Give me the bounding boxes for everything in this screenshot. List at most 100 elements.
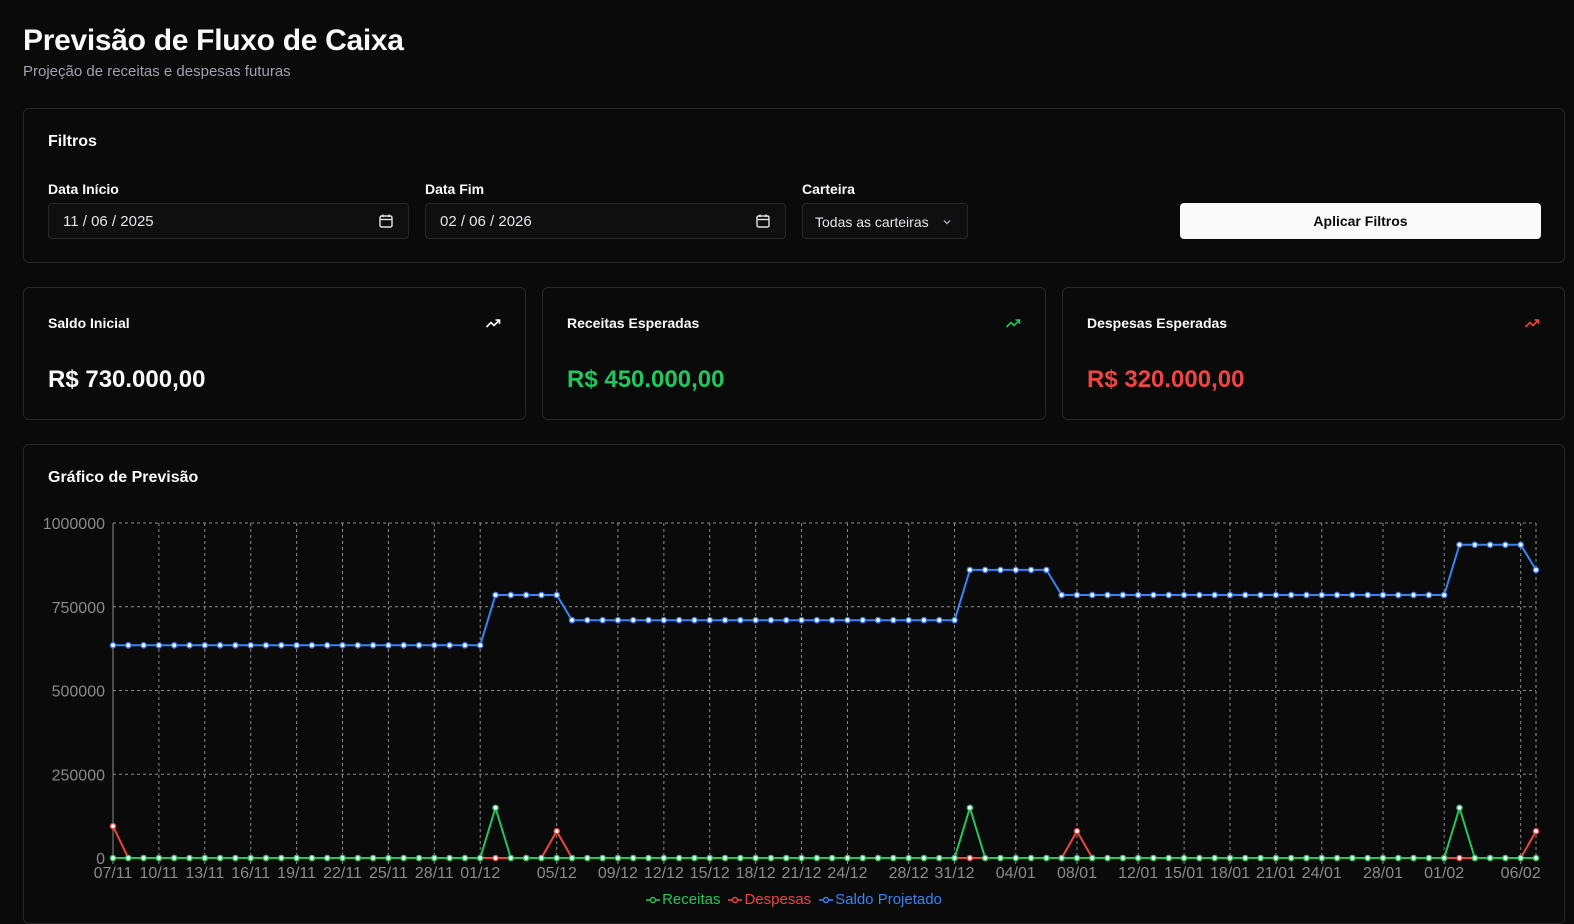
chart-card: Gráfico de Previsão 0 250000 500000 750000 1… xyxy=(23,444,1565,924)
data-point-receitas xyxy=(1394,854,1402,862)
data-point-receitas xyxy=(553,854,561,862)
start-date-input[interactable]: 11 / 06 / 2025 xyxy=(48,203,409,239)
data-point-saldo-projetado xyxy=(1165,591,1173,599)
stat-value: R$ 730.000,00 xyxy=(48,366,206,393)
data-point-saldo-projetado xyxy=(186,641,193,649)
forecast-chart: 0250000500000750000100000007/11 10/11 13/1… xyxy=(43,516,1541,882)
data-point-receitas xyxy=(798,854,805,862)
data-point-saldo-projetado xyxy=(813,616,821,624)
data-point-receitas xyxy=(1486,854,1494,862)
data-point-receitas xyxy=(767,854,775,862)
data-point-saldo-projetado xyxy=(737,616,744,624)
legend-item-receitas[interactable]: Receitas xyxy=(646,891,720,908)
data-point-receitas xyxy=(415,854,423,862)
start-date-value: 11 / 06 / 2025 xyxy=(63,213,154,230)
data-point-receitas xyxy=(828,854,836,862)
data-point-saldo-projetado xyxy=(262,641,270,649)
trending-up-icon xyxy=(485,319,501,328)
calendar-icon[interactable] xyxy=(755,213,771,229)
x-tick-label: 24/12 xyxy=(827,865,867,882)
x-tick-label: 22/11 xyxy=(323,865,362,882)
legend-item-saldo-projetado[interactable]: Saldo Projetado xyxy=(819,891,942,908)
x-tick-label: 01/02 xyxy=(1424,865,1464,882)
trending-up-icon xyxy=(1005,319,1021,328)
data-point-receitas xyxy=(1058,854,1065,862)
data-point-saldo-projetado xyxy=(1272,591,1280,599)
data-point-saldo-projetado xyxy=(721,616,729,624)
end-date-input[interactable]: 02 / 06 / 2026 xyxy=(425,203,786,239)
data-point-saldo-projetado xyxy=(782,616,790,624)
data-point-saldo-projetado xyxy=(1088,591,1096,599)
data-point-receitas xyxy=(1303,854,1310,862)
data-point-saldo-projetado xyxy=(1134,591,1142,599)
data-point-receitas xyxy=(354,854,362,862)
data-point-receitas xyxy=(1379,854,1387,862)
data-point-receitas xyxy=(935,854,943,862)
data-point-receitas xyxy=(737,854,744,862)
x-tick-label: 24/01 xyxy=(1302,865,1342,882)
data-point-saldo-projetado xyxy=(385,641,392,649)
series-line-receitas xyxy=(113,804,1536,859)
data-point-receitas xyxy=(859,854,867,862)
data-point-receitas xyxy=(1027,854,1035,862)
x-tick-label: 13/11 xyxy=(185,865,224,882)
stat-label: Receitas Esperadas xyxy=(567,315,700,331)
data-point-saldo-projetado xyxy=(1471,541,1479,549)
data-point-saldo-projetado xyxy=(1027,566,1035,574)
data-point-saldo-projetado xyxy=(706,616,714,624)
data-point-saldo-projetado xyxy=(767,616,775,624)
data-point-despesas xyxy=(492,854,499,862)
legend-item-despesas[interactable]: Despesas xyxy=(728,891,811,908)
data-point-receitas xyxy=(461,854,469,862)
data-point-receitas xyxy=(538,854,545,862)
data-point-receitas xyxy=(844,854,851,862)
data-point-receitas xyxy=(293,854,300,862)
data-point-saldo-projetado xyxy=(1379,591,1387,599)
legend-line-icon xyxy=(728,896,743,904)
data-point-receitas xyxy=(431,854,438,862)
data-point-receitas xyxy=(951,854,958,862)
x-tick-label: 19/11 xyxy=(277,865,316,882)
data-point-saldo-projetado xyxy=(415,641,423,649)
series-line-despesas xyxy=(112,825,1537,859)
data-point-receitas xyxy=(247,854,255,862)
data-point-receitas xyxy=(1440,854,1448,862)
data-point-saldo-projetado xyxy=(981,566,989,574)
data-point-saldo-projetado xyxy=(1394,591,1402,599)
data-point-saldo-projetado xyxy=(140,641,147,649)
data-point-receitas xyxy=(1287,854,1295,862)
data-point-receitas xyxy=(323,854,331,862)
data-point-receitas xyxy=(1119,854,1127,862)
apply-filters-button[interactable]: Aplicar Filtros xyxy=(1180,203,1541,239)
y-tick-label: 750000 xyxy=(52,600,105,617)
data-point-saldo-projetado xyxy=(1257,591,1264,599)
chart-legend: Receitas Despesas Saldo Projetado xyxy=(24,891,1564,908)
data-point-receitas xyxy=(706,854,714,862)
data-point-receitas xyxy=(1043,854,1050,862)
stat-value: R$ 450.000,00 xyxy=(567,366,725,393)
x-tick-label: 07/11 xyxy=(94,865,133,882)
filters-title: Filtros xyxy=(48,133,97,150)
data-point-receitas xyxy=(1104,854,1111,862)
data-point-receitas xyxy=(1425,854,1433,862)
legend-label: Despesas xyxy=(744,891,812,908)
data-point-receitas xyxy=(1134,854,1142,862)
wallet-select-value: Todas as carteiras xyxy=(815,214,929,230)
data-point-saldo-projetado xyxy=(599,616,606,624)
data-point-saldo-projetado xyxy=(155,641,163,649)
data-point-saldo-projetado xyxy=(1517,541,1524,549)
wallet-select[interactable]: Todas as carteiras xyxy=(802,203,968,239)
data-point-saldo-projetado xyxy=(1043,566,1050,574)
data-point-saldo-projetado xyxy=(1012,566,1020,574)
calendar-icon[interactable] xyxy=(378,213,394,229)
data-point-saldo-projetado xyxy=(1241,591,1249,599)
data-point-saldo-projetado xyxy=(844,616,851,624)
data-point-saldo-projetado xyxy=(308,641,316,649)
data-point-saldo-projetado xyxy=(1196,591,1203,599)
data-point-receitas xyxy=(691,854,698,862)
data-point-receitas xyxy=(232,854,239,862)
data-point-receitas xyxy=(1165,854,1173,862)
start-date-label: Data Início xyxy=(48,181,119,197)
data-point-receitas xyxy=(675,854,683,862)
data-point-saldo-projetado xyxy=(369,641,377,649)
